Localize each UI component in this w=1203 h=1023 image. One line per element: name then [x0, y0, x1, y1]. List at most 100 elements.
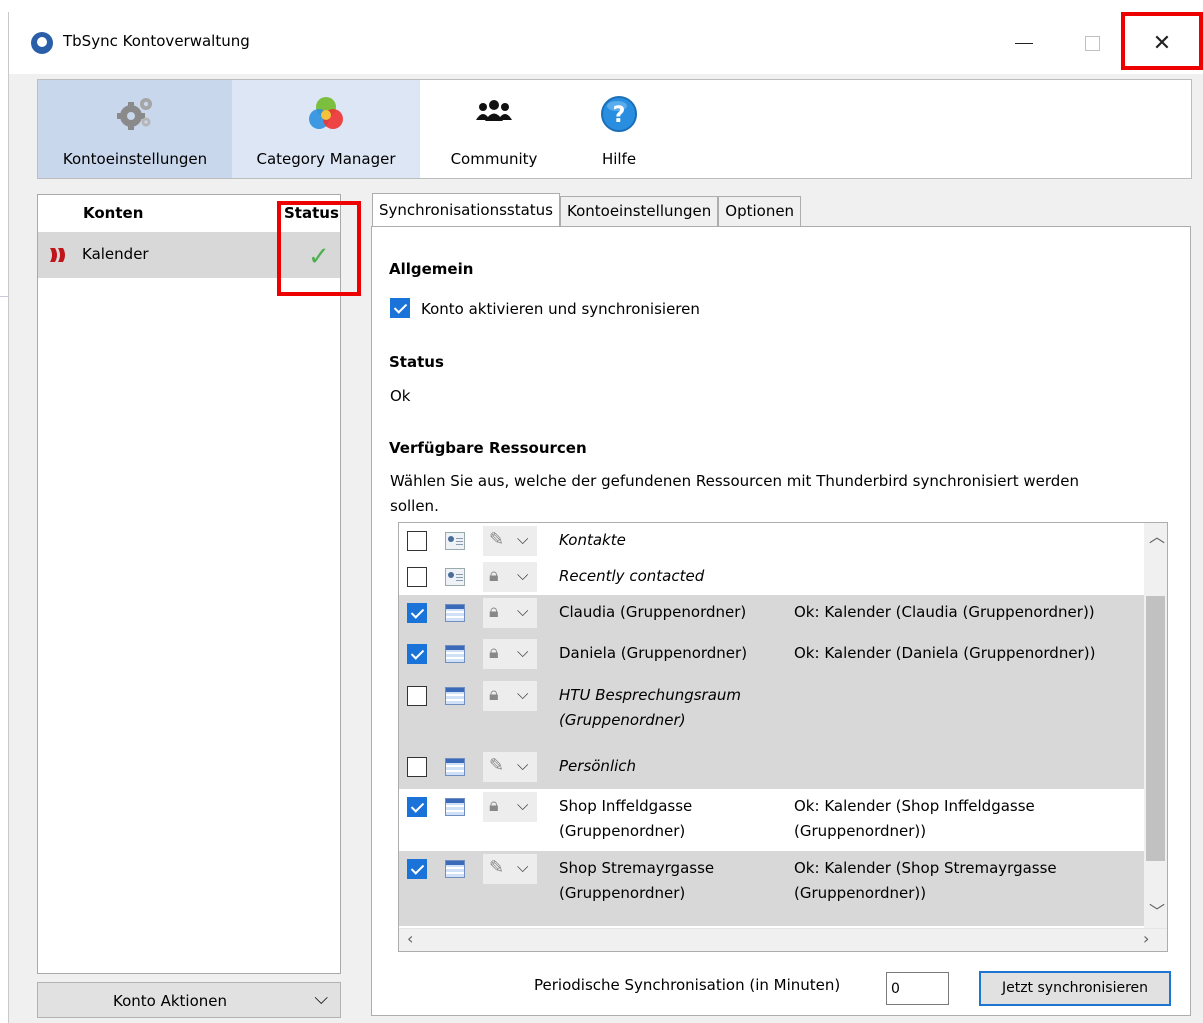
resource-status-line: (Gruppenordner)) [794, 822, 927, 840]
resource-name: Shop Inffeldgasse (Gruppenordner) [559, 794, 692, 844]
pencil-icon: ✎ [489, 857, 505, 878]
resource-sync-status: Ok: Kalender (Daniela (Gruppenordner)) [794, 641, 1095, 666]
permission-dropdown[interactable]: 🔒︎ ⌵ [483, 792, 537, 822]
resource-name-line: Persönlich [559, 757, 637, 775]
color-circles-icon [306, 94, 346, 134]
address-book-icon [445, 568, 465, 586]
resource-row[interactable]: ✎ ⌵ Kontakte [399, 523, 1144, 559]
people-icon [474, 94, 514, 134]
resource-name: Kontakte [559, 528, 626, 553]
resource-status-line: Ok: Kalender (Daniela (Gruppenordner)) [794, 644, 1096, 662]
resource-checkbox[interactable] [407, 686, 427, 706]
resource-checkbox[interactable] [407, 644, 427, 664]
thunderbird-app-icon [31, 32, 53, 54]
scroll-down-icon[interactable]: ﹀ [1149, 898, 1165, 922]
scroll-right-icon[interactable]: › [1143, 929, 1149, 948]
sync-now-button[interactable]: Jetzt synchronisieren [979, 971, 1171, 1006]
resource-row[interactable]: 🔒︎ ⌵ Shop Inffeldgasse (Gruppenordner) Ok: K… [399, 789, 1144, 851]
lock-icon: 🔒︎ [489, 565, 499, 586]
permission-dropdown[interactable]: 🔒︎ ⌵ [483, 681, 537, 711]
resource-name-line: (Gruppenordner) [559, 711, 686, 729]
resource-status-line: Ok: Kalender (Claudia (Gruppenordner)) [794, 603, 1095, 621]
chevron-down-icon: ⌵ [517, 643, 529, 661]
chevron-down-icon: ⌵ [517, 566, 529, 584]
status-value: Ok [390, 387, 411, 405]
title-bar: TbSync Kontoverwaltung ✕ [9, 12, 1203, 74]
resource-checkbox[interactable] [407, 859, 427, 879]
pencil-icon: ✎ [489, 529, 505, 550]
provider-logo-icon [48, 246, 70, 264]
background-divider [0, 296, 8, 297]
gears-icon [115, 94, 155, 134]
enable-account-checkbox[interactable] [390, 298, 410, 318]
resource-name-line: Recently contacted [559, 567, 705, 585]
permission-dropdown[interactable]: 🔒︎ ⌵ [483, 598, 537, 628]
column-header-konten[interactable]: Konten [83, 204, 143, 222]
enable-account-label[interactable]: Konto aktivieren und synchronisieren [421, 300, 700, 318]
resource-row[interactable]: 🔒︎ ⌵ Daniela (Gruppenordner) Ok: Kalender (… [399, 636, 1144, 678]
permission-dropdown[interactable]: 🔒︎ ⌵ [483, 639, 537, 669]
chevron-down-icon: ⌵ [517, 756, 529, 774]
maximize-icon [1084, 35, 1100, 51]
resource-name-line: Shop Inffeldgasse [559, 797, 693, 815]
resource-row[interactable]: 🔒︎ ⌵ Claudia (Gruppenordner) Ok: Kalender (… [399, 595, 1144, 636]
konto-aktionen-label: Konto Aktionen [113, 992, 228, 1010]
tab-kontoeinstellungen[interactable]: Kontoeinstellungen [560, 196, 719, 226]
permission-dropdown[interactable]: 🔒︎ ⌵ [483, 562, 537, 592]
resource-checkbox[interactable] [407, 797, 427, 817]
permission-dropdown[interactable]: ✎ ⌵ [483, 526, 537, 556]
toolbar-label: Kontoeinstellungen [62, 150, 208, 168]
chevron-down-icon: ⌵ [517, 530, 529, 548]
resource-checkbox[interactable] [407, 567, 427, 587]
chevron-down-icon: ⌵ [314, 988, 328, 1009]
resource-name-line: HTU Besprechungsraum [559, 686, 742, 704]
calendar-icon [445, 758, 465, 776]
scroll-up-icon[interactable]: ︿ [1149, 523, 1165, 547]
resource-status-line: (Gruppenordner)) [794, 884, 927, 902]
permission-dropdown[interactable]: ✎ ⌵ [483, 752, 537, 782]
chevron-down-icon: ⌵ [517, 602, 529, 620]
minimize-icon [1015, 42, 1033, 44]
resources-list[interactable]: ✎ ⌵ Kontakte 🔒︎ ⌵ Recently contacted 🔒︎ ⌵ Claudi… [398, 522, 1168, 952]
resources-description: Wählen Sie aus, welche der gefundenen Re… [390, 472, 1079, 490]
pencil-icon: ✎ [489, 755, 505, 776]
resource-row[interactable]: 🔒︎ ⌵ HTU Besprechungsraum (Gruppenordner) [399, 678, 1144, 749]
tab-synchronisationsstatus[interactable]: Synchronisationsstatus [372, 193, 560, 226]
resource-sync-status: Ok: Kalender (Shop Inffeldgasse (Gruppeno… [794, 794, 1035, 844]
resource-row[interactable]: ✎ ⌵ Persönlich [399, 749, 1144, 789]
resource-name: Daniela (Gruppenordner) [559, 641, 747, 666]
resource-checkbox[interactable] [407, 531, 427, 551]
konto-aktionen-dropdown[interactable]: Konto Aktionen ⌵ [37, 982, 341, 1018]
resource-name-line: (Gruppenordner) [559, 884, 686, 902]
maximize-button[interactable] [1062, 12, 1122, 74]
vertical-scrollbar-thumb[interactable] [1146, 596, 1165, 861]
settings-tabs: Synchronisationsstatus Kontoeinstellunge… [372, 193, 802, 226]
toolbar-category-manager-button[interactable]: Category Manager [232, 80, 420, 178]
toolbar-hilfe-button[interactable]: ? Hilfe [574, 80, 664, 178]
tab-optionen[interactable]: Optionen [718, 196, 802, 226]
calendar-icon [445, 687, 465, 705]
lock-icon: 🔒︎ [489, 601, 499, 622]
svg-text:?: ? [613, 103, 626, 128]
status-heading: Status [389, 353, 444, 371]
tbsync-window: TbSync Kontoverwaltung ✕ Kontoeinstellun… [8, 12, 1203, 1023]
scroll-left-icon[interactable]: ‹ [407, 929, 413, 948]
permission-dropdown[interactable]: ✎ ⌵ [483, 854, 537, 884]
lock-icon: 🔒︎ [489, 795, 499, 816]
toolbar-community-button[interactable]: Community [434, 80, 554, 178]
resource-row[interactable]: 🔒︎ ⌵ Recently contacted [399, 559, 1144, 595]
resource-name: Shop Stremayrgasse (Gruppenordner) [559, 856, 714, 906]
vertical-scrollbar[interactable]: ︿ ﹀ [1144, 523, 1167, 928]
resource-checkbox[interactable] [407, 757, 427, 777]
resource-checkbox[interactable] [407, 603, 427, 623]
lock-icon: 🔒︎ [489, 642, 499, 663]
resource-row[interactable]: ✎ ⌵ Shop Stremayrgasse (Gruppenordner) Ok: K… [399, 851, 1144, 926]
toolbar-kontoeinstellungen-button[interactable]: Kontoeinstellungen [38, 80, 232, 178]
horizontal-scrollbar[interactable]: ‹ › [399, 928, 1167, 951]
annotation-highlight-close [1121, 12, 1203, 70]
minimize-button[interactable] [994, 12, 1054, 74]
background-app-strip [0, 0, 1203, 12]
annotation-highlight-status [277, 201, 361, 296]
resource-name-line: Kontakte [559, 531, 626, 549]
periodic-sync-minutes-input[interactable] [886, 972, 949, 1005]
